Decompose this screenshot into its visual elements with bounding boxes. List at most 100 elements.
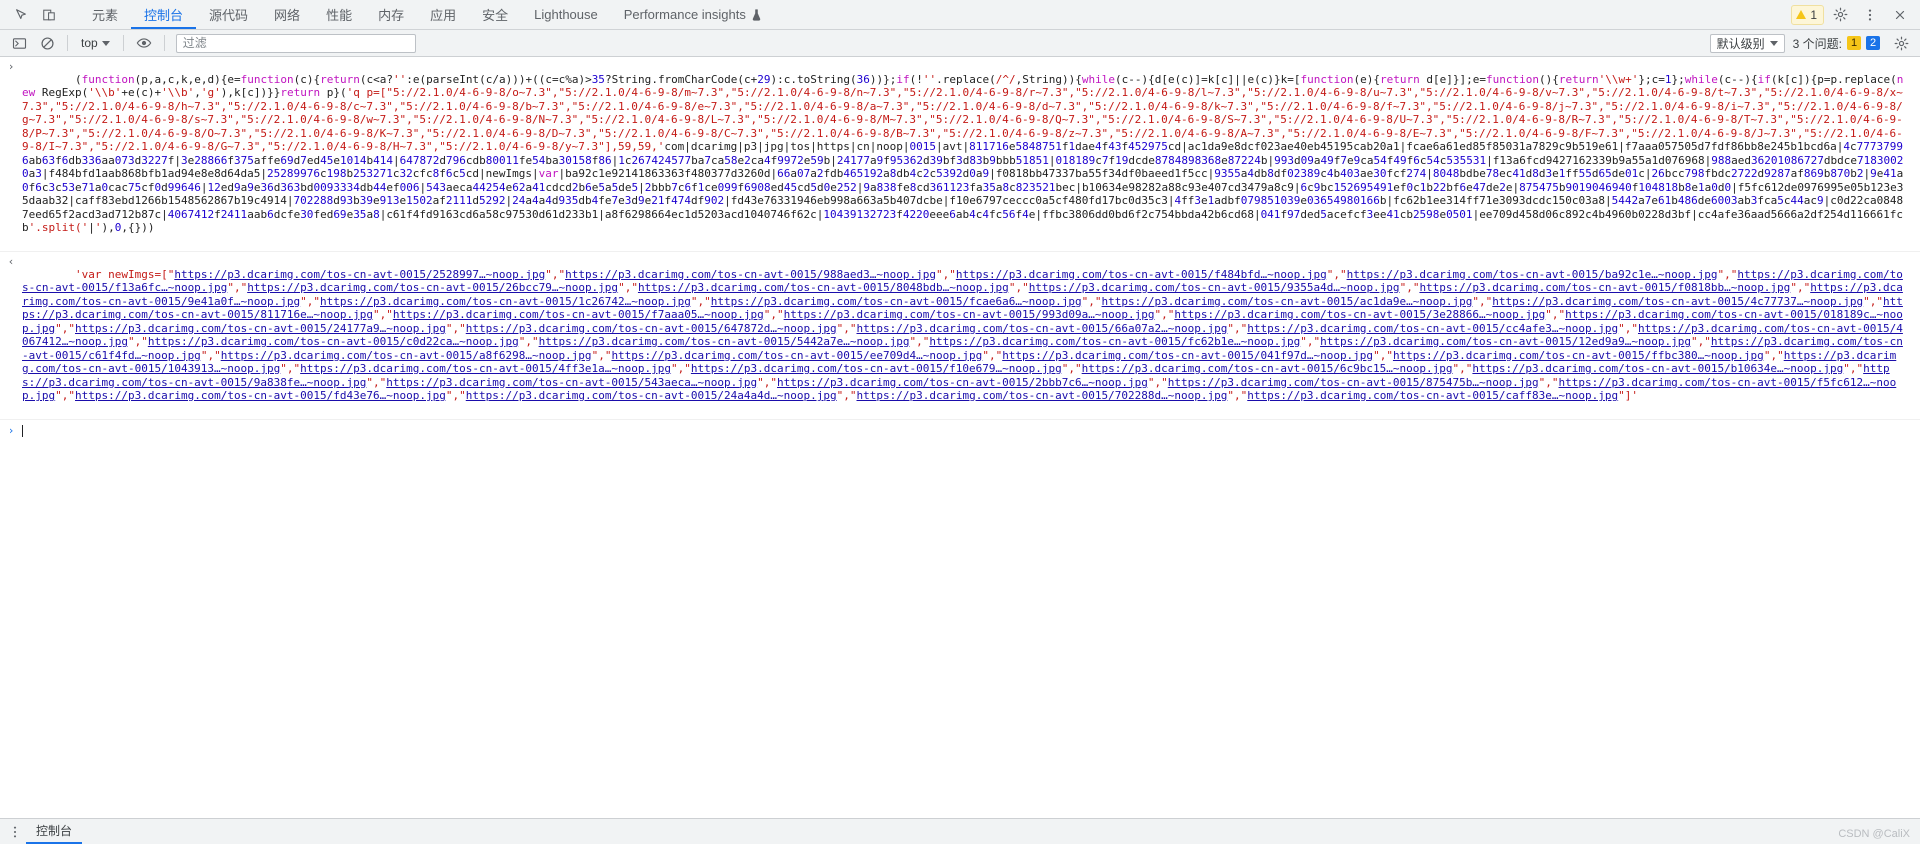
text-cursor: [22, 425, 23, 437]
tab-lighthouse[interactable]: Lighthouse: [521, 0, 611, 29]
result-url[interactable]: https://p3.dcarimg.com/tos-cn-avt-0015/f…: [691, 362, 1062, 375]
result-url[interactable]: https://p3.dcarimg.com/tos-cn-avt-0015/1…: [1320, 335, 1691, 348]
comma: ,: [598, 348, 605, 362]
quote-mark: ": [1618, 321, 1625, 335]
quote-mark: ": [1022, 281, 1029, 294]
result-url[interactable]: https://p3.dcarimg.com/tos-cn-avt-0015/7…: [857, 389, 1228, 402]
more-vertical-icon[interactable]: [1856, 2, 1884, 28]
result-url[interactable]: https://p3.dcarimg.com/tos-cn-avt-0015/f…: [711, 295, 1082, 308]
log-level-selector[interactable]: 默认级别: [1709, 33, 1785, 53]
console-prompt[interactable]: ›: [0, 420, 1920, 438]
clear-console-icon[interactable]: [6, 32, 32, 54]
result-url[interactable]: https://p3.dcarimg.com/tos-cn-avt-0015/b…: [1472, 362, 1843, 375]
console-prompt-input[interactable]: [22, 424, 23, 438]
comma: ,: [1551, 308, 1559, 321]
tab-sources-label: 源代码: [209, 8, 249, 23]
live-expression-eye-icon[interactable]: [131, 32, 157, 54]
tab-performance-insights[interactable]: Performance insights: [611, 0, 775, 29]
inspect-element-icon[interactable]: [8, 3, 34, 27]
console-message-result[interactable]: ‹ 'var newImgs=["https://p3.dcarimg.com/…: [0, 252, 1920, 420]
quote-mark: ": [777, 308, 784, 321]
result-url[interactable]: https://p3.dcarimg.com/tos-cn-avt-0015/a…: [1102, 295, 1473, 308]
message-gutter-expand[interactable]: ›: [0, 59, 22, 74]
tab-security-label: 安全: [482, 8, 509, 23]
tab-security[interactable]: 安全: [469, 0, 521, 29]
issues-badge[interactable]: 1: [1791, 4, 1824, 25]
close-icon[interactable]: [1886, 2, 1914, 28]
quote-mark: ": [227, 281, 234, 294]
quote-mark: ": [849, 389, 857, 402]
issues-summary[interactable]: 3 个问题: 1 2: [1789, 34, 1884, 53]
quote-mark: ": [1618, 389, 1625, 402]
comma: ,: [1406, 281, 1413, 294]
result-url[interactable]: https://p3.dcarimg.com/tos-cn-avt-0015/5…: [386, 376, 757, 389]
device-toolbar-icon[interactable]: [36, 3, 62, 27]
result-url[interactable]: https://p3.dcarimg.com/tos-cn-avt-0015/a…: [221, 349, 592, 362]
result-url[interactable]: https://p3.dcarimg.com/tos-cn-avt-0015/8…: [1168, 376, 1539, 389]
result-url[interactable]: https://p3.dcarimg.com/tos-cn-avt-0015/3…: [1174, 308, 1545, 321]
tab-application[interactable]: 应用: [417, 0, 469, 29]
tab-console[interactable]: 控制台: [131, 0, 197, 29]
result-url[interactable]: https://p3.dcarimg.com/tos-cn-avt-0015/e…: [611, 349, 982, 362]
drawer-tab-console[interactable]: 控制台: [26, 819, 83, 844]
packer-source-text: (function(p,a,c,k,e,d){e=function(c){ret…: [22, 72, 1904, 235]
devtools-window: 元素 控制台 源代码 网络 性能 内存 应用 安全 Lighthouse Per…: [0, 0, 1920, 844]
quote-mark: ": [757, 375, 764, 389]
quote-mark: ": [1631, 321, 1638, 335]
execution-context-label: top: [81, 36, 98, 50]
result-url[interactable]: https://p3.dcarimg.com/tos-cn-avt-0015/2…: [174, 268, 545, 281]
quote-mark: ": [214, 348, 221, 362]
result-url[interactable]: https://p3.dcarimg.com/tos-cn-avt-0015/f…: [929, 335, 1300, 348]
result-url[interactable]: https://p3.dcarimg.com/tos-cn-avt-0015/f…: [956, 268, 1327, 281]
quote-mark: ": [445, 321, 453, 335]
result-url[interactable]: https://p3.dcarimg.com/tos-cn-avt-0015/2…: [247, 281, 618, 294]
result-url[interactable]: https://p3.dcarimg.com/tos-cn-avt-0015/f…: [1419, 281, 1790, 294]
quote-mark: ": [55, 321, 62, 335]
result-url[interactable]: https://p3.dcarimg.com/tos-cn-avt-0015/9…: [565, 268, 936, 281]
chevron-down-icon: [1769, 40, 1778, 46]
filter-input[interactable]: [175, 33, 416, 53]
result-url[interactable]: https://p3.dcarimg.com/tos-cn-avt-0015/5…: [539, 335, 910, 348]
result-url[interactable]: https://p3.dcarimg.com/tos-cn-avt-0015/8…: [638, 281, 1009, 294]
result-url[interactable]: https://p3.dcarimg.com/tos-cn-avt-0015/f…: [393, 308, 764, 321]
quote-mark: ": [849, 321, 857, 335]
quote-mark: ": [631, 281, 638, 294]
quote-mark: ": [1863, 294, 1870, 308]
result-url[interactable]: https://p3.dcarimg.com/tos-cn-avt-0015/4…: [1492, 295, 1863, 308]
console-settings-gear-icon[interactable]: [1888, 32, 1914, 54]
result-url[interactable]: https://p3.dcarimg.com/tos-cn-avt-0015/6…: [857, 322, 1228, 335]
result-url[interactable]: https://p3.dcarimg.com/tos-cn-avt-0015/0…: [1002, 349, 1373, 362]
gear-icon[interactable]: [1826, 2, 1854, 28]
result-url[interactable]: https://p3.dcarimg.com/tos-cn-avt-0015/c…: [1247, 389, 1618, 402]
quote-mark: ": [1227, 389, 1234, 402]
issues-summary-text: 3 个问题:: [1792, 36, 1842, 51]
flask-icon: [751, 8, 762, 21]
result-url[interactable]: https://p3.dcarimg.com/tos-cn-avt-0015/c…: [148, 335, 519, 348]
issues-badge-count: 1: [1810, 7, 1817, 22]
tab-elements[interactable]: 元素: [79, 0, 131, 29]
result-url[interactable]: https://p3.dcarimg.com/tos-cn-avt-0015/f…: [75, 389, 446, 402]
no-entry-icon[interactable]: [34, 32, 60, 54]
result-url[interactable]: https://p3.dcarimg.com/tos-cn-avt-0015/c…: [1247, 322, 1618, 335]
result-url[interactable]: https://p3.dcarimg.com/tos-cn-avt-0015/b…: [1347, 268, 1718, 281]
drawer-tab-console-label: 控制台: [36, 824, 73, 838]
tab-performance[interactable]: 性能: [313, 0, 365, 29]
execution-context-selector[interactable]: top: [75, 34, 116, 52]
result-url[interactable]: https://p3.dcarimg.com/tos-cn-avt-0015/6…: [1082, 362, 1453, 375]
drawer-more-icon[interactable]: [4, 822, 26, 842]
result-url[interactable]: https://p3.dcarimg.com/tos-cn-avt-0015/2…: [75, 322, 446, 335]
console-message-list[interactable]: › (function(p,a,c,k,e,d){e=function(c){r…: [0, 57, 1920, 818]
result-url[interactable]: https://p3.dcarimg.com/tos-cn-avt-0015/1…: [320, 295, 691, 308]
console-message-input[interactable]: › (function(p,a,c,k,e,d){e=function(c){r…: [0, 57, 1920, 252]
tab-network[interactable]: 网络: [261, 0, 313, 29]
result-url[interactable]: https://p3.dcarimg.com/tos-cn-avt-0015/f…: [1393, 349, 1764, 362]
result-url[interactable]: https://p3.dcarimg.com/tos-cn-avt-0015/9…: [784, 308, 1155, 321]
tab-memory[interactable]: 内存: [365, 0, 417, 29]
result-url[interactable]: https://p3.dcarimg.com/tos-cn-avt-0015/4…: [300, 362, 671, 375]
result-url[interactable]: https://p3.dcarimg.com/tos-cn-avt-0015/9…: [1029, 281, 1400, 294]
result-url[interactable]: https://p3.dcarimg.com/tos-cn-avt-0015/2…: [466, 389, 837, 402]
quote-mark: ": [1386, 348, 1393, 362]
result-url[interactable]: https://p3.dcarimg.com/tos-cn-avt-0015/6…: [466, 322, 837, 335]
result-url[interactable]: https://p3.dcarimg.com/tos-cn-avt-0015/2…: [777, 376, 1148, 389]
tab-sources[interactable]: 源代码: [196, 0, 261, 29]
